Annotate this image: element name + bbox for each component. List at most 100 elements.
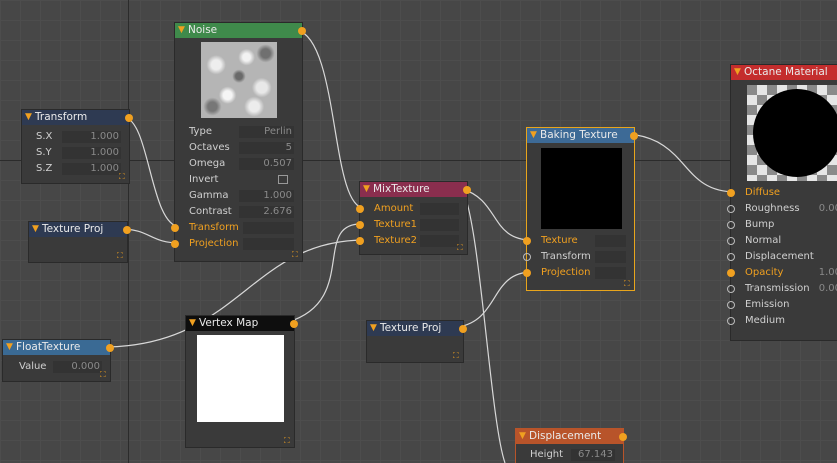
input-label: Emission	[745, 299, 790, 310]
texture-proj-output-port[interactable]	[459, 325, 467, 333]
param-value[interactable]: 1.000	[90, 145, 119, 161]
input-row: Transmission 0.00	[727, 281, 837, 297]
mixtexture-node-header[interactable]: ▼ MixTexture	[360, 182, 467, 197]
texture-proj-output-port[interactable]	[123, 226, 131, 234]
texture-proj-node-header[interactable]: ▼ Texture Proj	[367, 321, 463, 336]
invert-checkbox[interactable]	[278, 175, 288, 184]
displacement-input-port[interactable]	[727, 253, 735, 261]
projection-input-port[interactable]	[523, 269, 531, 277]
param-value[interactable]: 1.000	[90, 161, 119, 177]
node-title: Vertex Map	[199, 317, 259, 329]
resize-handle-icon[interactable]: ⛶	[119, 173, 127, 181]
emission-input-port[interactable]	[727, 301, 735, 309]
input-row: Diffuse	[727, 185, 837, 201]
collapse-triangle-icon[interactable]: ▼	[530, 128, 537, 143]
input-row: Emission	[727, 297, 837, 313]
param-value[interactable]: 1.000	[90, 129, 119, 145]
resize-handle-icon[interactable]: ⛶	[624, 280, 632, 288]
input-row: Texture2	[356, 233, 467, 249]
input-label: Texture1	[374, 219, 417, 230]
vertex-map-node[interactable]: ▼ Vertex Map ⛶	[185, 315, 298, 448]
roughness-input-port[interactable]	[727, 205, 735, 213]
noise-output-port[interactable]	[298, 27, 306, 35]
floattexture-node[interactable]: ▼ FloatTexture Value 0.000 ⛶	[2, 339, 114, 382]
transmission-input-port[interactable]	[727, 285, 735, 293]
node-editor-canvas[interactable]: ▼ Transform S.X 1.000 S.Y 1.000 S.Z 1.00…	[0, 0, 837, 463]
param-value[interactable]: 1.000	[263, 188, 292, 204]
resize-handle-icon[interactable]: ⛶	[453, 352, 461, 360]
mixtexture-output-port[interactable]	[463, 186, 471, 194]
node-title: Displacement	[529, 430, 602, 442]
collapse-triangle-icon[interactable]: ▼	[25, 110, 32, 125]
input-row: Texture1	[356, 217, 467, 233]
floattexture-output-port[interactable]	[106, 344, 114, 352]
param-value[interactable]: 5	[286, 140, 292, 156]
displacement-node-header[interactable]: ▼ Displacement	[516, 429, 623, 444]
wire-transform-to-noise-transform	[123, 116, 181, 228]
transform-node[interactable]: ▼ Transform S.X 1.000 S.Y 1.000 S.Z 1.00…	[21, 109, 133, 184]
amount-input-port[interactable]	[356, 205, 364, 213]
collapse-triangle-icon[interactable]: ▼	[363, 182, 370, 197]
transform-input-port[interactable]	[523, 253, 531, 261]
resize-handle-icon[interactable]: ⛶	[117, 252, 125, 260]
medium-input-port[interactable]	[727, 317, 735, 325]
collapse-triangle-icon[interactable]: ▼	[189, 316, 196, 331]
param-row: Height 67.143	[516, 447, 623, 463]
displacement-node[interactable]: ▼ Displacement Height 67.143	[515, 428, 627, 463]
projection-input-port[interactable]	[171, 240, 179, 248]
baking-texture-node-header[interactable]: ▼ Baking Texture	[527, 128, 634, 143]
param-value[interactable]: 0.507	[263, 156, 292, 172]
bump-input-port[interactable]	[727, 221, 735, 229]
param-value[interactable]: 67.143	[578, 447, 613, 463]
noise-node[interactable]: ▼ Noise Type Perlin Octaves 5 Omega 0.50…	[171, 22, 306, 262]
normal-input-port[interactable]	[727, 237, 735, 245]
transform-output-port[interactable]	[125, 114, 133, 122]
mixtexture-node[interactable]: ▼ MixTexture Amount Texture1 Texture2 ⛶	[356, 181, 471, 255]
input-row: Displacement	[727, 249, 837, 265]
collapse-triangle-icon[interactable]: ▼	[370, 321, 377, 336]
param-value[interactable]: 1.00	[819, 265, 837, 281]
param-value[interactable]: Perlin	[264, 124, 292, 140]
octane-material-node[interactable]: ▼ Octane Material Diffuse Roughness 0.00…	[727, 64, 837, 341]
baking-texture-output-port[interactable]	[630, 132, 638, 140]
wire-textureproj2-to-baking-projection	[457, 271, 533, 328]
param-value[interactable]: 0.00	[819, 201, 837, 217]
param-value[interactable]: 0.00	[819, 281, 837, 297]
param-label: S.Z	[36, 163, 53, 174]
opacity-input-port[interactable]	[727, 269, 735, 277]
param-label: S.Y	[36, 147, 52, 158]
collapse-triangle-icon[interactable]: ▼	[32, 222, 39, 237]
noise-node-header[interactable]: ▼ Noise	[175, 23, 302, 38]
octane-material-node-header[interactable]: ▼ Octane Material	[731, 65, 837, 80]
texture2-input-port[interactable]	[356, 237, 364, 245]
node-title: Noise	[188, 24, 218, 36]
resize-handle-icon[interactable]: ⛶	[284, 437, 292, 445]
collapse-triangle-icon[interactable]: ▼	[734, 65, 741, 80]
collapse-triangle-icon[interactable]: ▼	[178, 23, 185, 38]
param-value[interactable]: 2.676	[263, 204, 292, 220]
input-label: Projection	[541, 267, 591, 278]
texture-input-port[interactable]	[523, 237, 531, 245]
diffuse-input-port[interactable]	[727, 189, 735, 197]
floattexture-node-header[interactable]: ▼ FloatTexture	[3, 340, 110, 355]
param-value[interactable]: 0.000	[71, 359, 100, 375]
texture1-input-port[interactable]	[356, 221, 364, 229]
param-label: Type	[189, 126, 212, 137]
texture-proj-node-2[interactable]: ▼ Texture Proj ⛶	[366, 320, 467, 363]
resize-handle-icon[interactable]: ⛶	[292, 251, 300, 259]
baking-texture-node[interactable]: ▼ Baking Texture Texture Transform Proje…	[523, 127, 638, 291]
texture-proj-node[interactable]: ▼ Texture Proj ⛶	[28, 221, 131, 263]
texture-proj-node-header[interactable]: ▼ Texture Proj	[29, 222, 127, 237]
transform-node-header[interactable]: ▼ Transform	[22, 110, 129, 125]
collapse-triangle-icon[interactable]: ▼	[519, 429, 526, 444]
transform-input-port[interactable]	[171, 224, 179, 232]
node-title: MixTexture	[373, 183, 430, 195]
param-row: Contrast 2.676	[175, 204, 302, 220]
vertex-map-output-port[interactable]	[290, 320, 298, 328]
displacement-output-port[interactable]	[619, 433, 627, 441]
resize-handle-icon[interactable]: ⛶	[100, 371, 108, 379]
collapse-triangle-icon[interactable]: ▼	[6, 340, 13, 355]
vertex-map-node-header[interactable]: ▼ Vertex Map	[186, 316, 294, 331]
resize-handle-icon[interactable]: ⛶	[457, 244, 465, 252]
input-label: Transform	[189, 222, 239, 233]
